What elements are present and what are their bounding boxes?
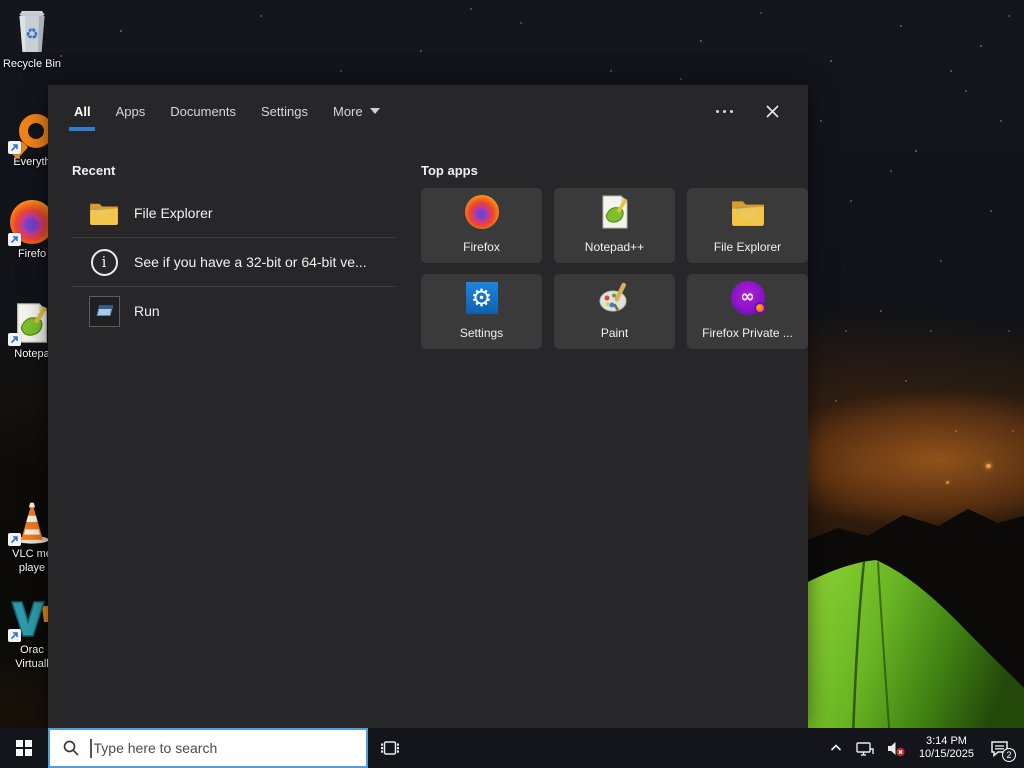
task-view-icon: [381, 741, 399, 755]
top-app-tile-firefox-private[interactable]: ∞ Firefox Private ...: [687, 274, 808, 349]
taskbar: 3:14 PM 10/15/2025 2: [0, 728, 1024, 768]
top-app-tile-paint[interactable]: Paint: [554, 274, 675, 349]
recent-item-label: File Explorer: [134, 204, 213, 221]
text-cursor: [90, 738, 92, 758]
top-app-tile-settings[interactable]: ⚙ Settings: [421, 274, 542, 349]
folder-icon: [731, 195, 765, 229]
recent-item-search-suggestion[interactable]: i See if you have a 32-bit or 64-bit ve.…: [72, 237, 396, 286]
run-window-icon: [88, 295, 120, 327]
tab-documents[interactable]: Documents: [170, 85, 236, 137]
tab-settings[interactable]: Settings: [261, 85, 308, 137]
start-button[interactable]: [0, 728, 48, 768]
recent-section: Recent File Explorer i See if you have a…: [72, 147, 396, 349]
tile-label: File Explorer: [713, 240, 782, 254]
stars: [0, 0, 2, 2]
shortcut-arrow-icon: [8, 629, 21, 642]
more-options-button[interactable]: [710, 104, 739, 119]
tile-label: Settings: [459, 326, 504, 340]
recent-item-label: See if you have a 32-bit or 64-bit ve...: [134, 254, 367, 270]
search-filter-tabs: All Apps Documents Settings More: [48, 85, 808, 137]
firefox-private-icon: ∞: [730, 281, 766, 315]
network-icon: [856, 741, 874, 756]
tray-time: 3:14 PM: [925, 735, 967, 747]
recent-item-file-explorer[interactable]: File Explorer: [72, 188, 396, 237]
volume-muted-icon: [887, 741, 905, 756]
clock[interactable]: 3:14 PM 10/15/2025: [912, 735, 981, 761]
top-apps-header: Top apps: [421, 163, 478, 178]
tab-more[interactable]: More: [333, 85, 380, 137]
tab-apps[interactable]: Apps: [116, 85, 146, 137]
firefox-icon: [464, 195, 499, 229]
network-tray-button[interactable]: [849, 728, 880, 768]
volume-tray-button[interactable]: [880, 728, 912, 768]
tile-label: Firefox Private ...: [702, 326, 793, 340]
recycle-bin-icon: ♻: [19, 11, 45, 52]
tray-date: 10/15/2025: [918, 748, 974, 760]
recent-header: Recent: [72, 163, 116, 178]
top-apps-section: Top apps Firefox Notepad++ File Explorer…: [421, 147, 808, 349]
chevron-up-icon: [830, 744, 842, 751]
shortcut-arrow-icon: [8, 533, 21, 546]
tile-label: Notepad++: [584, 240, 645, 254]
system-tray: 3:14 PM 10/15/2025 2: [823, 728, 1024, 768]
close-button[interactable]: [761, 100, 784, 123]
desktop-icon-label: Recycle Bin: [2, 58, 62, 70]
close-icon: [766, 104, 779, 118]
settings-gear-icon: ⚙: [465, 281, 499, 315]
desktop-icon-recycle-bin[interactable]: ♻ Recycle Bin: [0, 8, 64, 71]
action-center-button[interactable]: 2: [981, 728, 1020, 768]
shortcut-arrow-icon: [8, 233, 21, 246]
shortcut-arrow-icon: [8, 333, 21, 346]
windows-search-panel: All Apps Documents Settings More Recent: [48, 85, 808, 728]
top-app-tile-firefox[interactable]: Firefox: [421, 188, 542, 263]
show-hidden-icons-button[interactable]: [823, 728, 849, 768]
tile-label: Firefox: [463, 240, 500, 254]
task-view-button[interactable]: [368, 728, 412, 768]
recent-item-label: Run: [134, 303, 160, 319]
tile-label: Paint: [600, 326, 629, 340]
windows-logo-icon: [16, 740, 32, 756]
search-icon: [62, 739, 80, 757]
tab-all[interactable]: All: [74, 85, 91, 137]
folder-icon: [88, 201, 120, 225]
recent-item-run[interactable]: Run: [72, 286, 396, 335]
search-input[interactable]: [93, 730, 366, 766]
wallpaper-tent-scene: [808, 509, 1024, 768]
top-app-tile-file-explorer[interactable]: File Explorer: [687, 188, 808, 263]
chevron-down-icon: [369, 108, 380, 114]
top-app-tile-notepad-plus-plus[interactable]: Notepad++: [554, 188, 675, 263]
svg-text:♻: ♻: [25, 25, 38, 43]
paint-palette-icon: [598, 281, 632, 315]
shortcut-arrow-icon: [8, 141, 21, 154]
taskbar-search-box[interactable]: [48, 728, 368, 768]
notepad-plus-plus-icon: [598, 195, 632, 229]
notification-badge: 2: [1002, 748, 1016, 762]
info-icon: i: [90, 248, 118, 276]
